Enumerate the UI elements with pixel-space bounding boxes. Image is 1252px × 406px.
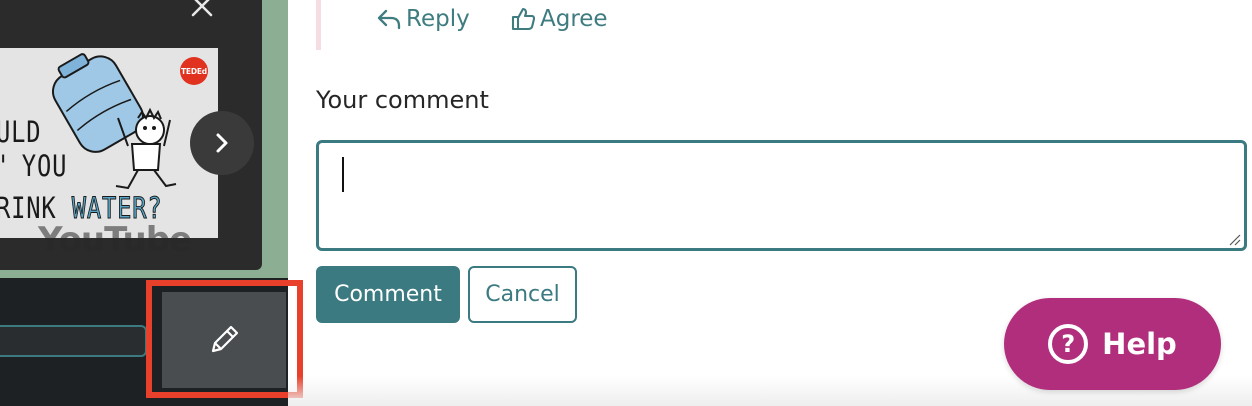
comment-label: Your comment: [316, 86, 489, 114]
reply-link[interactable]: Reply: [376, 6, 470, 32]
reply-icon: [377, 9, 401, 30]
panel-input[interactable]: [0, 325, 147, 357]
resize-grip-icon[interactable]: [1226, 231, 1242, 247]
reply-label: Reply: [406, 6, 470, 32]
cancel-button[interactable]: Cancel: [468, 266, 577, 323]
comment-input[interactable]: [316, 140, 1247, 251]
close-icon: [191, 0, 213, 17]
next-slide-button[interactable]: [190, 111, 254, 175]
help-button[interactable]: ? Help: [1004, 298, 1221, 390]
chevron-right-icon: [216, 133, 228, 153]
edit-button[interactable]: [162, 292, 286, 388]
thumbnail-text-line-2: 'YOU: [0, 149, 68, 183]
agree-label: Agree: [540, 6, 608, 32]
help-label: Help: [1102, 327, 1177, 361]
question-icon: ?: [1048, 324, 1089, 364]
close-button[interactable]: [186, 0, 218, 22]
comment-button[interactable]: Comment: [316, 266, 460, 323]
video-panel: TEDEd ULD 'YOU RINK WATER? YouTube: [0, 0, 288, 406]
thumbs-up-icon: [511, 7, 536, 31]
brand-badge: TEDEd: [180, 57, 208, 85]
text-caret: [342, 157, 344, 192]
thumbnail-text-line-1: ULD: [0, 115, 42, 149]
thumbnail-text-line-3: RINK WATER?: [0, 191, 163, 225]
pencil-icon: [211, 325, 239, 353]
video-watermark: YouTube: [38, 220, 192, 260]
quote-bar: [316, 0, 321, 50]
agree-link[interactable]: Agree: [510, 6, 608, 32]
